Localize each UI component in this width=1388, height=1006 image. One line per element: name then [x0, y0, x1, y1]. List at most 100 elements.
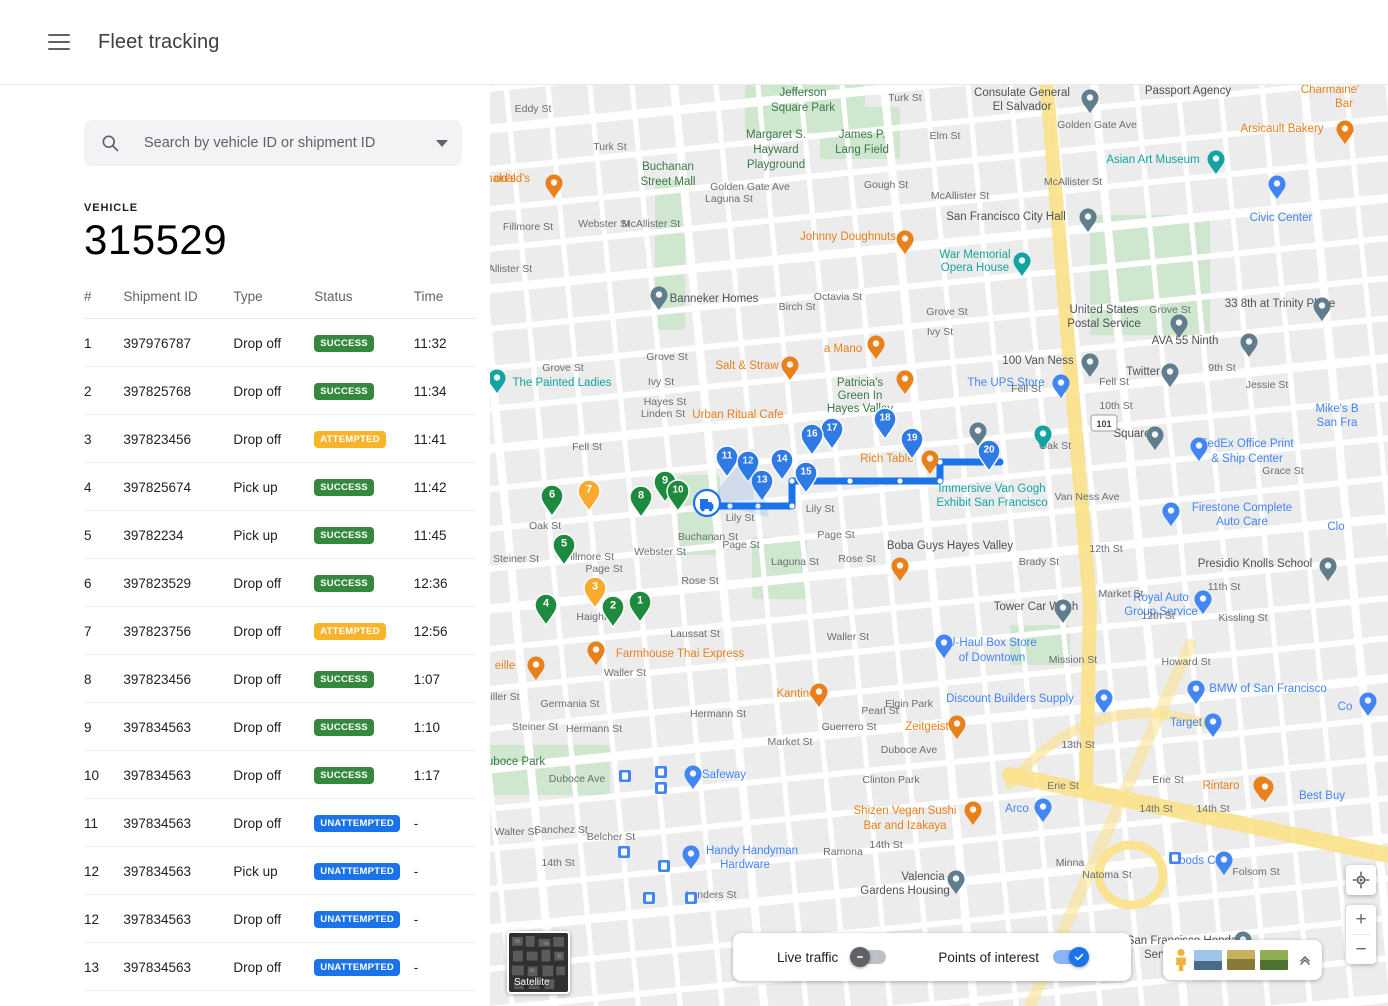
zoom-in-button[interactable]: +	[1346, 905, 1376, 934]
map-transit-icon[interactable]	[618, 846, 630, 858]
cell-number: 11	[84, 799, 123, 847]
map-label: Farmhouse Thai Express	[616, 648, 745, 660]
map-label: Duboce Ave	[881, 744, 938, 756]
cell-time: 11:41	[414, 415, 476, 463]
points-of-interest-toggle-group[interactable]: Points of interest	[938, 950, 1087, 965]
chevron-down-icon[interactable]	[436, 140, 448, 147]
table-row[interactable]: 4397825674Pick upSUCCESS11:42	[84, 463, 476, 511]
search-input[interactable]	[142, 134, 428, 152]
cell-type: Drop off	[233, 319, 314, 367]
map-transit-icon[interactable]	[685, 892, 697, 904]
table-row[interactable]: 7397823756Drop offATTEMPTED12:56	[84, 607, 476, 655]
cell-status: SUCCESS	[314, 511, 414, 559]
table-row[interactable]: 1397976787Drop offSUCCESS11:32	[84, 319, 476, 367]
shipments-table-wrapper: # Shipment ID Type Status Time 139797678…	[84, 289, 478, 1006]
table-row[interactable]: 2397825768Drop offSUCCESS11:34	[84, 367, 476, 415]
map-label: Charmaine'	[1301, 85, 1359, 96]
live-traffic-toggle[interactable]	[852, 950, 886, 964]
cell-type: Drop off	[233, 415, 314, 463]
cell-status: UNATTEMPTED	[314, 943, 414, 991]
marker-number: 20	[983, 445, 995, 456]
map-transit-icon[interactable]	[655, 766, 667, 778]
cell-type: Drop off	[233, 607, 314, 655]
zoom-out-button[interactable]: −	[1346, 935, 1376, 964]
map-label: eille	[495, 660, 515, 672]
map-label: Postal Service	[1067, 318, 1141, 330]
chevron-up-icon[interactable]	[1298, 953, 1312, 967]
table-row[interactable]: 3397823456Drop offATTEMPTED11:41	[84, 415, 476, 463]
map-label: Ramona	[823, 846, 863, 858]
imagery-thumbnail-2[interactable]	[1227, 950, 1255, 970]
hamburger-menu-icon[interactable]	[48, 34, 70, 50]
map-label: Hermann St	[690, 708, 746, 720]
cell-time: 1:17	[414, 751, 476, 799]
table-row[interactable]: 6397823529Drop offSUCCESS12:36	[84, 559, 476, 607]
map-transit-icon[interactable]	[658, 860, 670, 872]
status-badge: SUCCESS	[314, 479, 374, 496]
marker-number: 16	[806, 429, 818, 440]
map-label: uboce Park	[490, 756, 545, 768]
map-layers-panel: Live traffic Points of interest	[733, 933, 1131, 981]
cell-type: Drop off	[233, 367, 314, 415]
my-location-icon	[1352, 871, 1370, 889]
search-bar[interactable]	[84, 120, 462, 166]
app-header: Fleet tracking	[0, 0, 1388, 85]
points-of-interest-toggle[interactable]	[1053, 950, 1087, 964]
table-row[interactable]: 539782234Pick upSUCCESS11:45	[84, 511, 476, 559]
map-label: Clinton Park	[862, 774, 920, 786]
cell-type: Drop off	[233, 799, 314, 847]
table-row[interactable]: 14397834563Drop offUNATTEMPTED-	[84, 991, 476, 1006]
map-label: Boba Guys Hayes Valley	[887, 540, 1014, 552]
table-row[interactable]: 9397834563Drop offSUCCESS1:10	[84, 703, 476, 751]
cell-type: Pick up	[233, 463, 314, 511]
status-badge: SUCCESS	[314, 335, 374, 352]
status-badge: SUCCESS	[314, 383, 374, 400]
map-label: of Downtown	[959, 652, 1025, 664]
map-label: Market St	[768, 736, 813, 748]
cell-shipment-id: 39782234	[123, 511, 233, 559]
table-row[interactable]: 10397834563Drop offSUCCESS1:17	[84, 751, 476, 799]
map-transit-icon[interactable]	[1169, 852, 1181, 864]
table-row[interactable]: 13397834563Drop offUNATTEMPTED-	[84, 943, 476, 991]
cell-shipment-id: 397834563	[123, 943, 233, 991]
table-row[interactable]: 11397834563Drop offUNATTEMPTED-	[84, 799, 476, 847]
pegman-icon[interactable]	[1173, 948, 1189, 972]
cell-status: UNATTEMPTED	[314, 991, 414, 1006]
map-panel[interactable]: Eddy StTurk StTurk StJeffersonSquare Par…	[490, 85, 1388, 1006]
live-traffic-toggle-group[interactable]: Live traffic	[777, 950, 886, 965]
sidebar-panel: VEHICLE 315529 # Shipment ID Type Status…	[0, 85, 490, 1006]
map-label: Sanchez St	[534, 824, 588, 836]
imagery-thumbnail-1[interactable]	[1194, 950, 1222, 970]
cell-shipment-id: 397976787	[123, 319, 233, 367]
table-row[interactable]: 12397834563Drop offUNATTEMPTED-	[84, 895, 476, 943]
cell-number: 10	[84, 751, 123, 799]
my-location-button[interactable]	[1346, 865, 1376, 895]
marker-number: 4	[543, 598, 550, 610]
cell-type: Drop off	[233, 559, 314, 607]
map-label: McDonald's	[490, 173, 516, 185]
map-canvas[interactable]: Eddy StTurk StTurk StJeffersonSquare Par…	[490, 85, 1388, 1006]
map-label: Fell St	[1099, 376, 1129, 388]
cell-time: 11:42	[414, 463, 476, 511]
map-label: Mike's B	[1315, 403, 1358, 415]
map-transit-icon[interactable]	[619, 770, 631, 782]
cell-status: SUCCESS	[314, 751, 414, 799]
imagery-thumbnail-3[interactable]	[1260, 950, 1288, 970]
map-label: Grove St	[926, 306, 968, 318]
map-label: Jessie St	[1246, 379, 1289, 391]
cell-time: 11:32	[414, 319, 476, 367]
map-label: 12th St	[1141, 610, 1174, 622]
map-transit-icon[interactable]	[643, 892, 655, 904]
table-row[interactable]: 8397823456Drop offSUCCESS1:07	[84, 655, 476, 703]
map-label: San Francisco City Hall	[946, 211, 1066, 223]
basemap-satellite-thumbnail[interactable]: Satellite	[507, 931, 570, 994]
cell-shipment-id: 397834563	[123, 847, 233, 895]
map-transit-icon[interactable]	[655, 782, 667, 794]
map-label: Grove St	[1149, 304, 1191, 316]
map-label: Playground	[747, 159, 805, 171]
cell-status: ATTEMPTED	[314, 607, 414, 655]
table-row[interactable]: 12397834563Pick upUNATTEMPTED-	[84, 847, 476, 895]
page-title: Fleet tracking	[98, 31, 219, 54]
map-label: & Ship Center	[1211, 453, 1283, 465]
marker-number: 7	[586, 484, 592, 496]
